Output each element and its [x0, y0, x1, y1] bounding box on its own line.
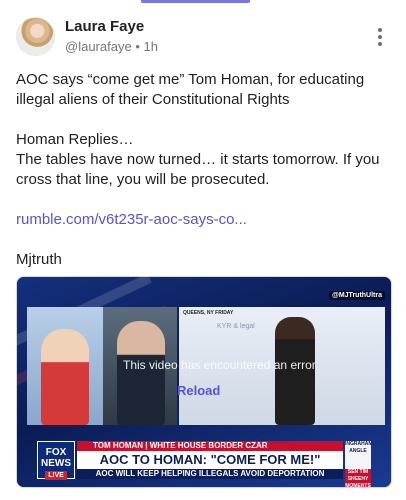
slide-bullet: KYR & legal [217, 323, 255, 330]
show-tag: SEN TIM SHEEHY MOMENTS AWAY [345, 469, 371, 487]
chyron-headline: AOC TO HOMAN: "COME FOR ME!" [77, 451, 343, 469]
host-figure [41, 323, 89, 425]
avatar[interactable] [16, 17, 55, 56]
slide-location: QUEENS, NY FRIDAY [183, 310, 234, 316]
post-paragraph: The tables have now turned… it starts to… [16, 151, 380, 188]
post-paragraph: AOC says “come get me” Tom Homan, for ed… [16, 71, 365, 108]
fox-news-logo: FOX NEWS LIVE [37, 441, 75, 480]
logo-text: FOX NEWS [41, 447, 71, 469]
more-options-icon[interactable] [377, 28, 383, 46]
post-time: 1h [143, 39, 158, 54]
chyron-top: TOM HOMAN | WHITE HOUSE BORDER CZAR [77, 441, 343, 451]
post-body: AOC says “come get me” Tom Homan, for ed… [16, 70, 390, 270]
active-tab-indicator [141, 0, 250, 3]
show-badge: INGRAHAM ANGLE SEN TIM SHEEHY MOMENTS AW… [345, 441, 373, 487]
guest-figure [117, 321, 165, 425]
video-error-message: This video has encountered an error. [123, 358, 319, 372]
live-badge: LIVE [45, 471, 67, 480]
video-player[interactable]: QUEENS, NY FRIDAY KYR & legal @MJTruthUl… [16, 276, 392, 488]
news-lower-third: FOX NEWS LIVE TOM HOMAN | WHITE HOUSE BO… [37, 441, 373, 487]
post-paragraph: Homan Replies… [16, 131, 134, 148]
chyron-subline: AOC WILL KEEP HELPING ILLEGALS AVOID DEP… [77, 469, 343, 479]
show-name: INGRAHAM ANGLE [345, 441, 373, 454]
author-name[interactable]: Laura Faye [65, 18, 144, 35]
post-link[interactable]: rumble.com/v6t235r-aoc-says-co... [16, 211, 247, 228]
reload-button[interactable]: Reload [177, 383, 220, 398]
author-meta: @laurafaye • 1h [65, 39, 158, 54]
watermark: @MJTruthUltra [329, 291, 385, 300]
author-handle[interactable]: @laurafaye [65, 39, 132, 54]
post-signature: Mjtruth [16, 251, 62, 268]
post-header: Laura Faye @laurafaye • 1h [16, 16, 390, 58]
